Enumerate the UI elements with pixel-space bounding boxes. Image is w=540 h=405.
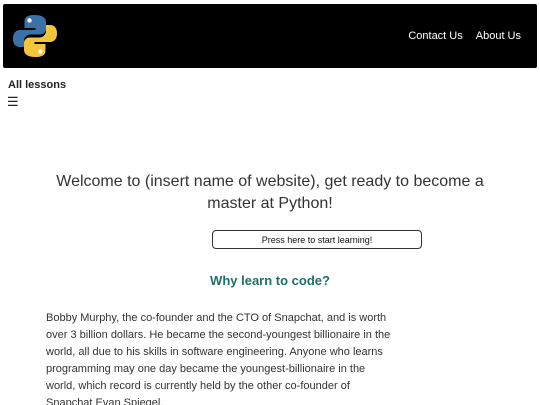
nav-link-contact-us[interactable]: Contact Us	[408, 30, 462, 42]
hamburger-menu-icon[interactable]: ☰	[7, 95, 19, 109]
section-heading: Why learn to code?	[210, 273, 330, 288]
welcome-message: Welcome to (insert name of website), get…	[56, 173, 484, 212]
all-lessons-title: All lessons	[8, 79, 67, 91]
top-navbar: Contact Us About Us	[3, 4, 537, 68]
nav-link-about-us[interactable]: About Us	[476, 30, 521, 42]
section-body-text: Bobby Murphy, the co-founder and the CTO…	[46, 312, 391, 405]
page: Contact Us About Us All lessons ☰ Welcom…	[0, 0, 540, 405]
start-learning-button[interactable]: Press here to start learning!	[212, 230, 422, 249]
python-logo-icon[interactable]	[11, 12, 59, 60]
nav-links: Contact Us About Us	[408, 4, 521, 68]
